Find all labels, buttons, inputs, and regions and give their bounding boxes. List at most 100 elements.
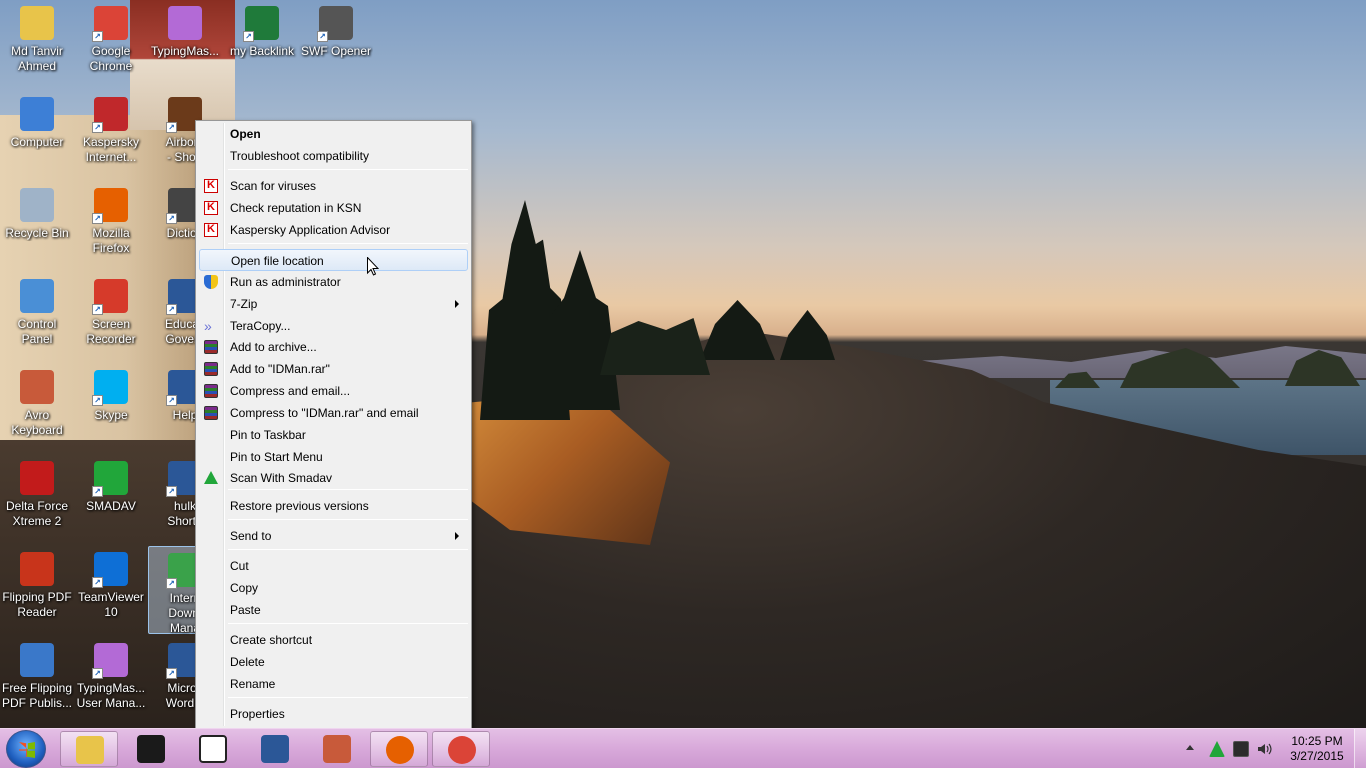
taskbar-chrome[interactable] <box>432 731 490 767</box>
menu-item-label: Add to "IDMan.rar" <box>230 362 330 376</box>
recycle-bin-icon <box>20 188 54 222</box>
menu-item-send-to[interactable]: Send to <box>199 525 468 547</box>
menu-item-label: Kaspersky Application Advisor <box>230 223 391 237</box>
free-flipping-pdf-icon <box>20 643 54 677</box>
menu-item-add-to-archive[interactable]: Add to archive... <box>199 336 468 358</box>
menu-item-restore-previous-versions[interactable]: Restore previous versions <box>199 495 468 517</box>
taskbar-dictionary[interactable] <box>184 731 242 767</box>
desktop-icon-delta-force[interactable]: Delta Force Xtreme 2 <box>0 455 74 543</box>
menu-item-compress-and-email[interactable]: Compress and email... <box>199 380 468 402</box>
kaspersky-icon <box>204 179 218 193</box>
typingmaster-user-icon: ↗ <box>92 643 128 679</box>
taskbar-word[interactable] <box>246 731 304 767</box>
show-desktop-button[interactable] <box>1354 729 1366 768</box>
taskbar-firefox[interactable] <box>370 731 428 767</box>
shortcut-arrow-icon: ↗ <box>166 213 177 224</box>
word-icon <box>261 735 289 763</box>
desktop-icon-label: Recycle Bin <box>5 226 69 240</box>
kaspersky-icon: ↗ <box>92 97 128 133</box>
smadav-tray-icon[interactable] <box>1209 741 1225 757</box>
desktop-icon-label: Delta Force Xtreme 2 <box>5 499 69 528</box>
menu-item-label: Open file location <box>231 254 324 268</box>
menu-item-rename[interactable]: Rename <box>199 673 468 695</box>
shortcut-arrow-icon: ↗ <box>92 304 103 315</box>
desktop-icon-recycle-bin[interactable]: Recycle Bin <box>0 182 74 270</box>
desktop-icon-free-flipping-pdf[interactable]: Free Flipping PDF Publis... <box>0 637 74 725</box>
taskbar: 10:25 PM 3/27/2015 <box>0 728 1366 768</box>
desktop-icon-swf-opener[interactable]: ↗ SWF Opener <box>299 0 373 88</box>
menu-item-7-zip[interactable]: 7-Zip <box>199 293 468 315</box>
desktop-icon-teamviewer[interactable]: ↗ TeamViewer 10 <box>74 546 148 634</box>
menu-item-troubleshoot-compatibility[interactable]: Troubleshoot compatibility <box>199 145 468 167</box>
menu-item-copy[interactable]: Copy <box>199 577 468 599</box>
desktop-icon-md-tanvir-ahmed[interactable]: Md Tanvir Ahmed <box>0 0 74 88</box>
desktop-icon-avro-keyboard[interactable]: Avro Keyboard <box>0 364 74 452</box>
menu-item-open[interactable]: Open <box>199 123 468 145</box>
menu-item-paste[interactable]: Paste <box>199 599 468 621</box>
menu-item-compress-to-idman-rar-and-email[interactable]: Compress to "IDMan.rar" and email <box>199 402 468 424</box>
menu-item-label: Check reputation in KSN <box>230 201 362 215</box>
menu-item-label: Open <box>230 127 261 141</box>
desktop-icon-my-backlink[interactable]: ↗ my Backlink <box>225 0 299 88</box>
menu-item-label: Run as administrator <box>230 275 341 289</box>
desktop-icon-kaspersky[interactable]: ↗ Kaspersky Internet... <box>74 91 148 179</box>
action-center-icon[interactable] <box>1233 741 1249 757</box>
menu-item-check-reputation-in-ksn[interactable]: Check reputation in KSN <box>199 197 468 219</box>
desktop-icon-smadav[interactable]: ↗ SMADAV <box>74 455 148 543</box>
menu-separator <box>228 169 468 170</box>
desktop-icon-google-chrome[interactable]: ↗ Google Chrome <box>74 0 148 88</box>
book-icon <box>199 735 227 763</box>
menu-item-open-file-location[interactable]: Open file location <box>199 249 468 271</box>
menu-item-label: Create shortcut <box>230 633 313 647</box>
menu-separator <box>228 519 468 520</box>
shortcut-arrow-icon: ↗ <box>92 577 103 588</box>
desktop-icon-mozilla-firefox[interactable]: ↗ Mozilla Firefox <box>74 182 148 270</box>
menu-item-scan-with-smadav[interactable]: Scan With Smadav <box>199 467 468 489</box>
desktop-icon-control-panel[interactable]: Control Panel <box>0 273 74 361</box>
submenu-arrow-icon <box>455 532 459 540</box>
menu-item-scan-for-viruses[interactable]: Scan for viruses <box>199 175 468 197</box>
mouse-cursor-icon <box>367 257 379 276</box>
show-hidden-icons-icon[interactable] <box>1186 745 1194 750</box>
start-button[interactable] <box>6 730 46 768</box>
shortcut-arrow-icon: ↗ <box>166 122 177 133</box>
desktop-icon-flipping-pdf-reader[interactable]: Flipping PDF Reader <box>0 546 74 634</box>
menu-item-properties[interactable]: Properties <box>199 703 468 725</box>
desktop-icon-label: SMADAV <box>86 499 136 513</box>
menu-item-create-shortcut[interactable]: Create shortcut <box>199 629 468 651</box>
menu-item-pin-to-start-menu[interactable]: Pin to Start Menu <box>199 446 468 468</box>
desktop-icon-label: Screen Recorder <box>86 317 136 346</box>
clock[interactable]: 10:25 PM 3/27/2015 <box>1282 734 1352 764</box>
shortcut-arrow-icon: ↗ <box>92 668 103 679</box>
menu-item-run-as-administrator[interactable]: Run as administrator <box>199 271 468 293</box>
google-chrome-icon: ↗ <box>92 6 128 42</box>
menu-item-label: Restore previous versions <box>230 499 369 513</box>
shortcut-arrow-icon: ↗ <box>166 395 177 406</box>
taskbar-need-for-speed[interactable] <box>122 731 180 767</box>
desktop-icon-computer[interactable]: Computer <box>0 91 74 179</box>
menu-item-label: Pin to Taskbar <box>230 428 306 442</box>
desktop-icon-screen-recorder[interactable]: ↗ Screen Recorder <box>74 273 148 361</box>
menu-item-cut[interactable]: Cut <box>199 555 468 577</box>
menu-item-delete[interactable]: Delete <box>199 651 468 673</box>
menu-item-add-to-idman-rar[interactable]: Add to "IDMan.rar" <box>199 358 468 380</box>
desktop-icon-label: Avro Keyboard <box>11 408 63 437</box>
menu-item-pin-to-taskbar[interactable]: Pin to Taskbar <box>199 424 468 446</box>
taskbar-avro[interactable] <box>308 731 366 767</box>
shortcut-arrow-icon: ↗ <box>243 31 254 42</box>
menu-item-teracopy[interactable]: » TeraCopy... <box>199 315 468 337</box>
desktop-icon-typingmaster-user[interactable]: ↗ TypingMas... User Mana... <box>74 637 148 725</box>
shortcut-arrow-icon: ↗ <box>166 668 177 679</box>
taskbar-windows-explorer[interactable] <box>60 731 118 767</box>
desktop-icon-label: Mozilla Firefox <box>92 226 130 255</box>
flipping-pdf-reader-icon <box>20 552 54 586</box>
volume-icon[interactable] <box>1256 741 1272 757</box>
menu-item-label: Cut <box>230 559 249 573</box>
chrome-icon <box>448 736 476 764</box>
menu-item-kaspersky-application-advisor[interactable]: Kaspersky Application Advisor <box>199 219 468 241</box>
desktop-icon-skype[interactable]: ↗ Skype <box>74 364 148 452</box>
desktop-icon-typingmaster[interactable]: TypingMas... <box>148 0 222 88</box>
shortcut-arrow-icon: ↗ <box>166 304 177 315</box>
clock-time: 10:25 PM <box>1291 734 1343 748</box>
desktop-icon-label: Md Tanvir Ahmed <box>11 44 63 73</box>
